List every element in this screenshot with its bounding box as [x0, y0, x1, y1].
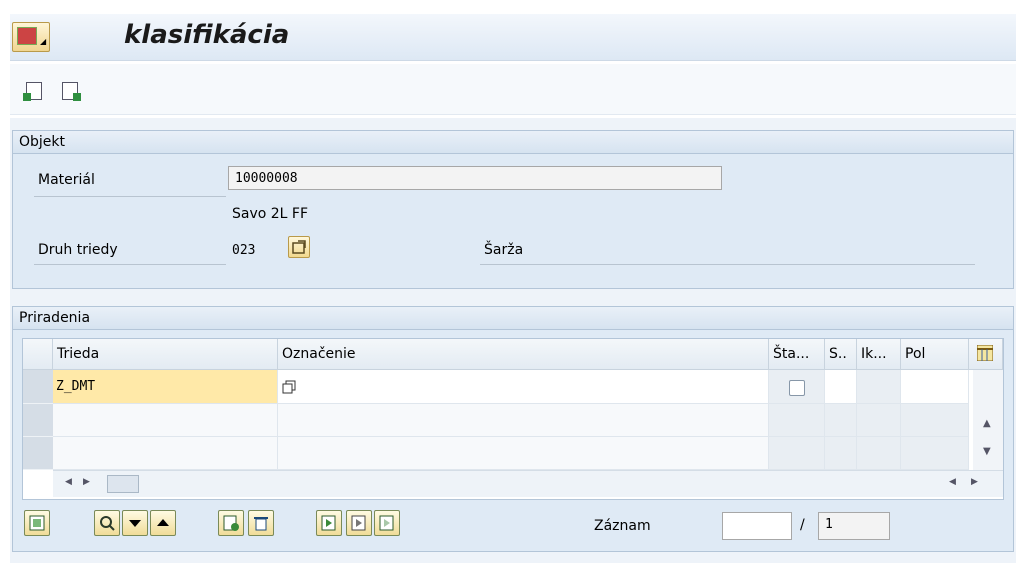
- priradenia-group-title: Priradenia: [19, 310, 91, 326]
- column-header-s[interactable]: S..: [825, 339, 857, 370]
- oznacenie-cell: [278, 370, 769, 404]
- scroll-up-icon[interactable]: ▲: [983, 418, 991, 429]
- trieda-value: Z_DMT: [56, 379, 96, 394]
- status-checkbox[interactable]: [789, 380, 805, 396]
- triangle-down-icon: [129, 520, 141, 527]
- table-settings-button[interactable]: [969, 339, 1003, 370]
- column-header-ik[interactable]: Ik...: [857, 339, 901, 370]
- scroll-right-icon[interactable]: ▶: [971, 477, 978, 487]
- ik-cell: [857, 370, 901, 404]
- sap-menu-icon: [17, 27, 37, 45]
- assignments-table: Trieda Označenie Šta... S.. Ik... Pol Z_…: [22, 338, 1004, 500]
- zaznam-label: Záznam: [594, 518, 651, 534]
- find-button[interactable]: [94, 510, 120, 536]
- detail-icon[interactable]: [282, 380, 296, 394]
- delete-row-button[interactable]: [248, 510, 274, 536]
- select-block-icon: [351, 515, 366, 531]
- column-header-pol[interactable]: Pol: [901, 339, 969, 370]
- next-document-icon[interactable]: [62, 82, 81, 101]
- deselect-all-icon: [379, 515, 394, 531]
- scroll-down-icon[interactable]: ▼: [983, 446, 991, 457]
- system-menu-button[interactable]: ◢: [12, 22, 50, 52]
- trash-icon: [254, 517, 268, 531]
- record-separator: /: [800, 517, 805, 533]
- scroll-down-button[interactable]: [122, 510, 148, 536]
- material-description: Savo 2L FF: [232, 206, 309, 222]
- horizontal-scrollbar[interactable]: ◀ ▶ ◀ ▶: [53, 470, 1003, 497]
- column-header-trieda[interactable]: Trieda: [53, 339, 278, 370]
- select-block-button[interactable]: [346, 510, 372, 536]
- s-cell: [825, 404, 857, 437]
- ik-cell: [857, 437, 901, 470]
- previous-document-icon[interactable]: [23, 82, 42, 101]
- record-total: 1: [818, 512, 890, 540]
- objekt-group-title: Objekt: [19, 134, 66, 150]
- pol-cell[interactable]: [901, 370, 969, 404]
- objekt-group: Objekt: [12, 130, 1014, 289]
- pol-cell: [901, 437, 969, 470]
- triangle-up-icon: [157, 519, 169, 526]
- select-all-button[interactable]: [316, 510, 342, 536]
- material-label-underline: [34, 196, 226, 197]
- page-title: klasifikácia: [124, 20, 290, 50]
- detail-icon: [29, 515, 45, 531]
- choose-values-button[interactable]: [288, 236, 310, 258]
- insert-row-button[interactable]: [218, 510, 244, 536]
- application-toolbar: [10, 64, 1016, 115]
- deselect-all-button[interactable]: [374, 510, 400, 536]
- oznacenie-cell: [278, 437, 769, 470]
- scroll-left-icon[interactable]: ◀: [949, 477, 956, 487]
- ik-cell: [857, 404, 901, 437]
- row-selector[interactable]: [23, 437, 53, 470]
- status-cell: [769, 404, 825, 437]
- status-cell: [769, 437, 825, 470]
- trieda-cell[interactable]: [53, 437, 278, 470]
- column-header-status[interactable]: Šta...: [769, 339, 825, 370]
- insert-row-icon: [223, 515, 239, 531]
- select-all-icon: [321, 515, 336, 531]
- scroll-up-button[interactable]: [150, 510, 176, 536]
- material-field[interactable]: 10000008: [228, 166, 722, 190]
- find-icon: [100, 516, 115, 531]
- druh-label-underline: [34, 264, 226, 265]
- scroll-thumb[interactable]: [107, 475, 139, 493]
- select-all-header[interactable]: [23, 339, 53, 370]
- row-selector[interactable]: [23, 404, 53, 437]
- choose-values-icon: [292, 240, 306, 254]
- s-cell[interactable]: [825, 370, 857, 404]
- oznacenie-cell: [278, 404, 769, 437]
- column-header-oznacenie[interactable]: Označenie: [278, 339, 769, 370]
- material-label: Materiál: [38, 172, 95, 188]
- objekt-group-header: Objekt: [13, 131, 1013, 154]
- scroll-left-icon[interactable]: ◀: [65, 477, 72, 487]
- scroll-right-icon[interactable]: ▶: [83, 477, 90, 487]
- detail-button[interactable]: [24, 510, 50, 536]
- pol-cell: [901, 404, 969, 437]
- priradenia-group-header: Priradenia: [13, 307, 1013, 330]
- sarza-underline: [480, 264, 975, 265]
- dropdown-arrow-icon: ◢: [40, 37, 47, 46]
- row-selector[interactable]: [23, 370, 53, 404]
- sarza-description: Šarža: [484, 242, 524, 258]
- druh-triedy-value: 023: [232, 243, 256, 258]
- vertical-scrollbar[interactable]: ▲ ▼: [973, 370, 1003, 470]
- status-cell: [769, 370, 825, 404]
- trieda-cell[interactable]: [53, 404, 278, 437]
- druh-triedy-label: Druh triedy: [38, 242, 118, 258]
- s-cell: [825, 437, 857, 470]
- zaznam-input[interactable]: [722, 512, 792, 540]
- trieda-input[interactable]: Z_DMT: [53, 370, 278, 404]
- table-settings-icon: [976, 344, 994, 362]
